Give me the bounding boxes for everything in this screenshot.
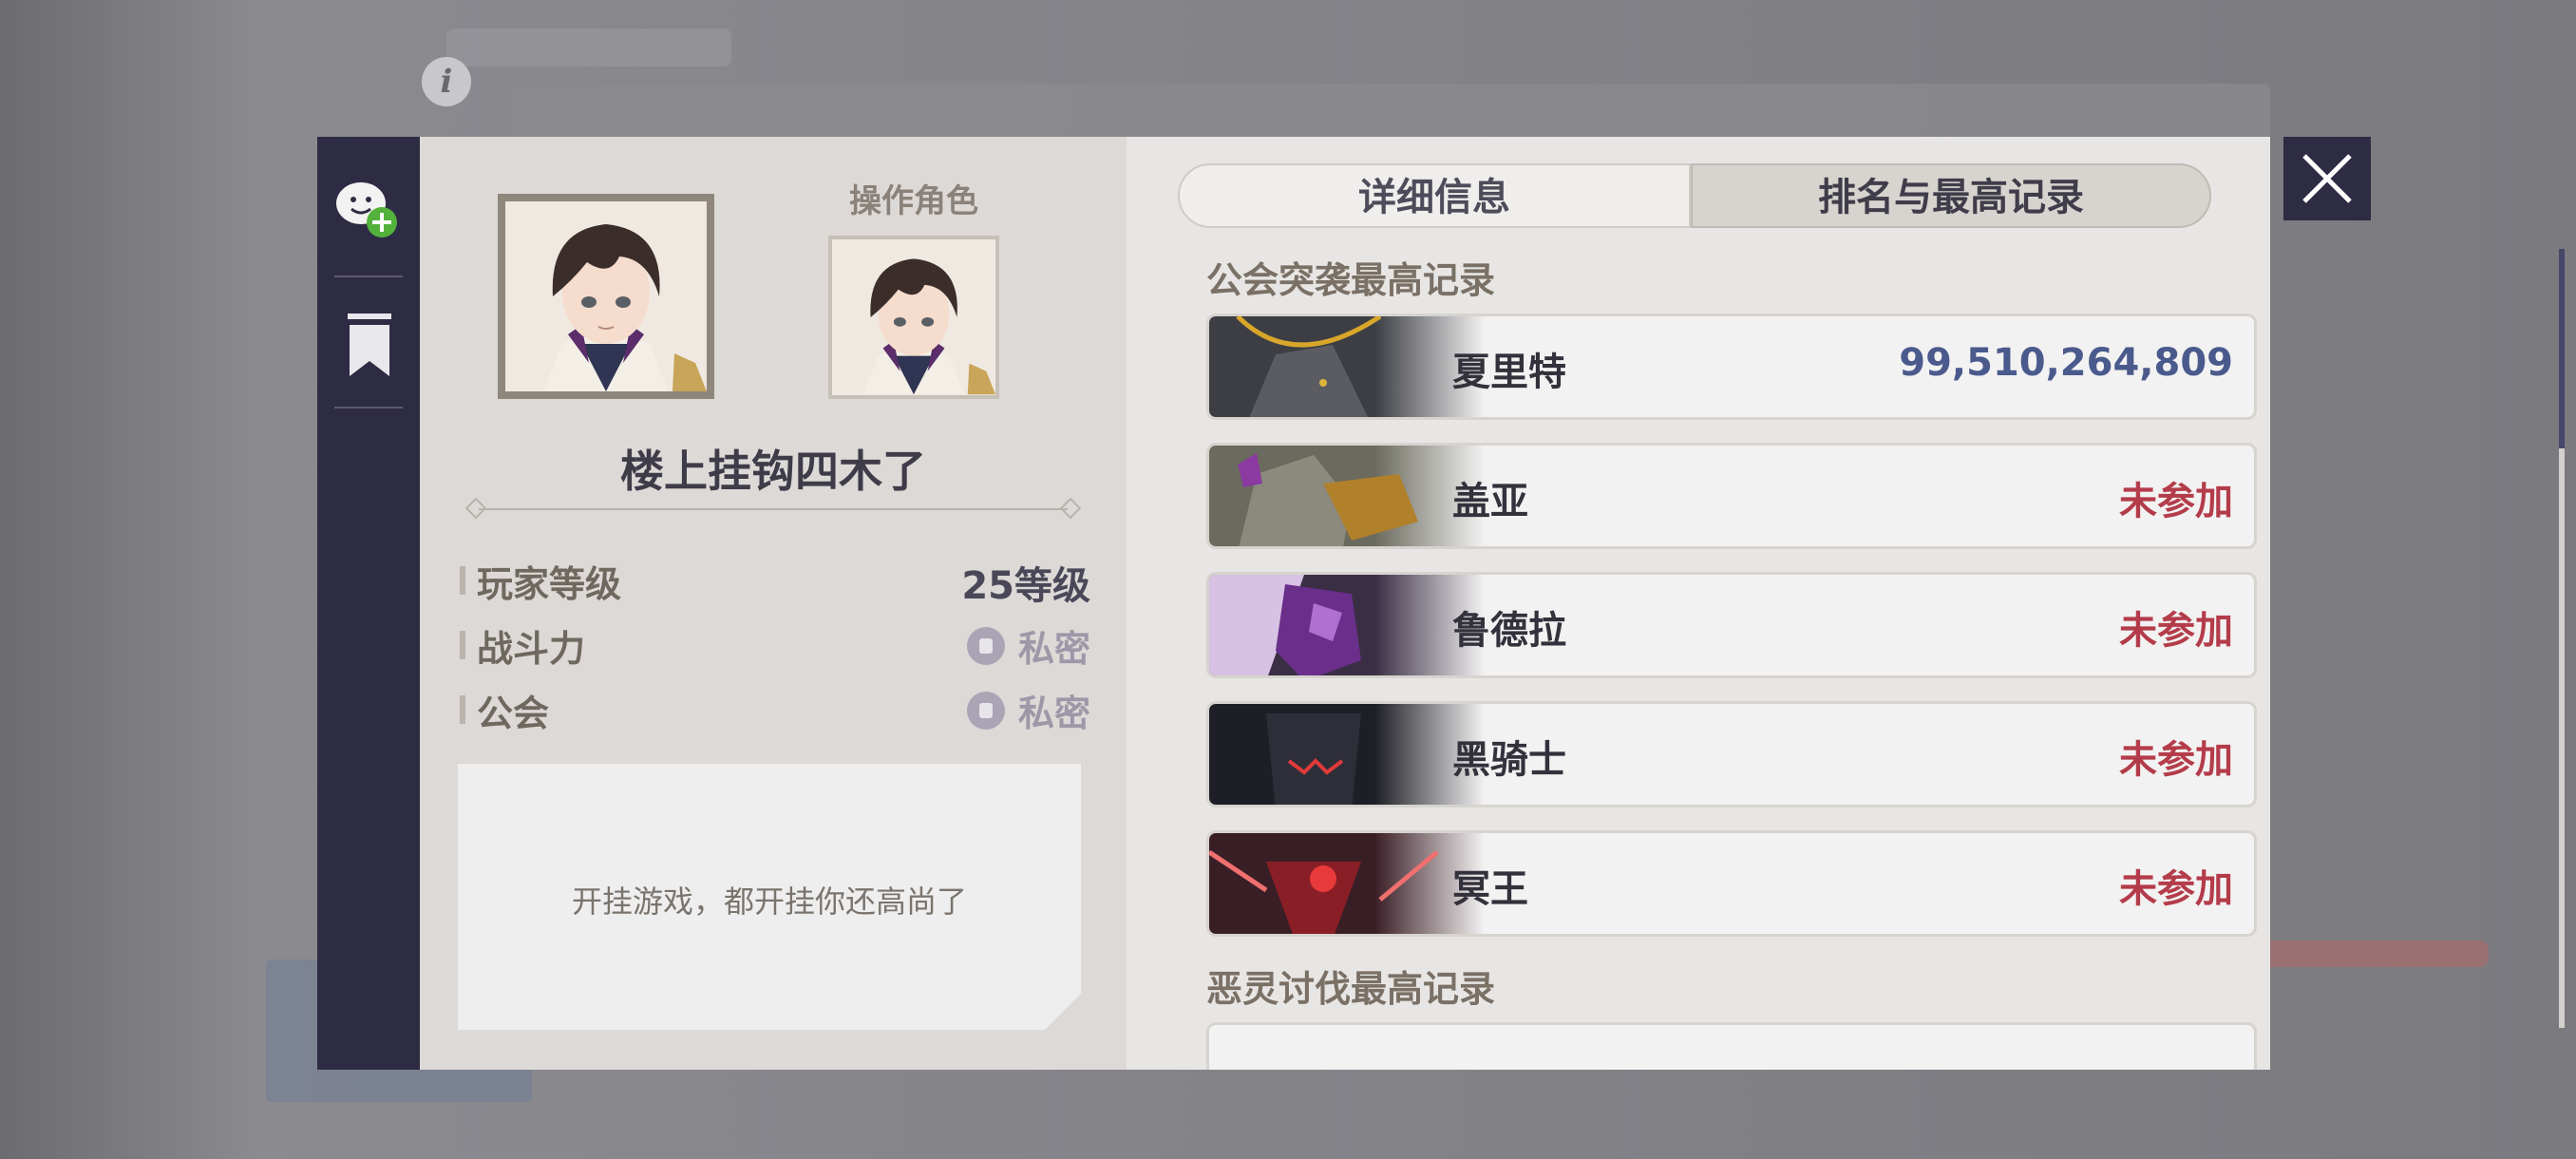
- profile-panel: 操作角色 楼上挂钩四木了 玩家等级 25等级 战斗力 私密 公会 私密 开挂游戏…: [420, 137, 1127, 1070]
- operate-character-portrait[interactable]: [828, 236, 999, 399]
- bio-corner-notch: [1045, 994, 1081, 1030]
- boss-portrait: [1209, 446, 1485, 546]
- stat-bar: [460, 631, 465, 659]
- background-shape: [2261, 940, 2489, 967]
- boss-name: 盖亚: [1452, 480, 1528, 523]
- boss-record-row[interactable]: 盖亚 未参加: [1206, 443, 2257, 549]
- tab-ranking-records[interactable]: 排名与最高记录: [1691, 163, 2211, 228]
- boss-not-participated: 未参加: [2119, 738, 2233, 782]
- boss-record-row[interactable]: 鲁德拉 未参加: [1206, 572, 2257, 678]
- private-text: 私密: [1017, 693, 1090, 734]
- boss-best-score: 99,510,264,809: [1899, 341, 2233, 385]
- bio-text: 开挂游戏，都开挂你还高尚了: [571, 884, 967, 920]
- profile-avatar[interactable]: [498, 194, 714, 399]
- guild-raid-title: 公会突袭最高记录: [1206, 259, 1496, 301]
- ghost-hunt-title: 恶灵讨伐最高记录: [1206, 968, 1496, 1010]
- add-friend-icon[interactable]: [332, 175, 401, 241]
- boss-not-participated: 未参加: [2119, 867, 2233, 911]
- background-shape: [446, 28, 731, 66]
- operate-character-label: 操作角色: [849, 182, 978, 220]
- stat-bar: [460, 566, 465, 595]
- player-name: 楼上挂钩四木了: [620, 446, 926, 497]
- private-text: 私密: [1017, 628, 1090, 670]
- boss-not-participated: 未参加: [2119, 480, 2233, 523]
- close-icon: [2302, 154, 2352, 203]
- stat-label: 玩家等级: [477, 563, 622, 605]
- rail-divider: [334, 276, 403, 277]
- rail-divider: [334, 407, 403, 408]
- stat-row-level: 玩家等级 25等级: [460, 555, 1090, 608]
- close-button[interactable]: [2283, 137, 2371, 220]
- stat-label: 公会: [477, 693, 550, 734]
- boss-name: 冥王: [1452, 867, 1528, 911]
- boss-name: 鲁德拉: [1452, 609, 1566, 653]
- info-icon[interactable]: i: [422, 57, 471, 106]
- scrollbar-thumb[interactable]: [2559, 249, 2565, 448]
- lock-icon: [966, 626, 1005, 665]
- boss-record-row[interactable]: 冥王 未参加: [1206, 830, 2257, 937]
- boss-record-row[interactable]: 夏里特 99,510,264,809: [1206, 314, 2257, 420]
- boss-portrait: [1209, 704, 1485, 805]
- boss-portrait: [1209, 316, 1485, 417]
- lock-icon: [966, 691, 1005, 730]
- boss-record-row[interactable]: [1206, 1022, 2257, 1070]
- private-value: 私密: [966, 684, 1090, 736]
- player-level-value: 25等级: [961, 564, 1090, 608]
- boss-not-participated: 未参加: [2119, 609, 2233, 653]
- boss-portrait: [1209, 575, 1485, 675]
- boss-name: 夏里特: [1452, 351, 1566, 394]
- stat-row-power: 战斗力 私密: [460, 619, 1090, 670]
- bio-box: 开挂游戏，都开挂你还高尚了: [458, 764, 1081, 1030]
- side-rail: [317, 137, 420, 1070]
- name-divider: [464, 498, 1082, 520]
- tab-bar: 详细信息 排名与最高记录: [1178, 163, 2211, 228]
- boss-record-row[interactable]: 黑骑士 未参加: [1206, 701, 2257, 808]
- stat-bar: [460, 695, 465, 724]
- bookmark-icon[interactable]: [344, 314, 395, 376]
- records-panel: 详细信息 排名与最高记录 公会突袭最高记录 夏里特 99,510,264,809: [1127, 137, 2565, 1070]
- tab-details[interactable]: 详细信息: [1178, 163, 1691, 228]
- boss-name: 黑骑士: [1452, 738, 1566, 782]
- boss-portrait: [1209, 833, 1485, 934]
- stat-label: 战斗力: [477, 628, 586, 670]
- stat-row-guild: 公会 私密: [460, 684, 1090, 734]
- profile-modal: 操作角色 楼上挂钩四木了 玩家等级 25等级 战斗力 私密 公会 私密 开挂游戏…: [317, 137, 2565, 1070]
- private-value: 私密: [966, 619, 1090, 672]
